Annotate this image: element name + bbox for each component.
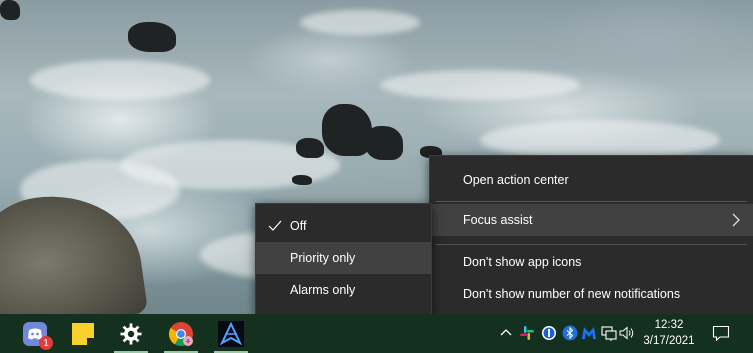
tray-context-menu: Open action center Focus assist Don't sh…: [429, 155, 753, 319]
network-icon: [601, 326, 617, 341]
show-hidden-icons-button[interactable]: [497, 324, 515, 342]
taskbar-app-sticky-notes[interactable]: [60, 314, 106, 353]
submenu-item-alarms-only[interactable]: Alarms only: [256, 274, 431, 306]
chevron-up-icon: [500, 329, 512, 336]
menu-item-focus-assist[interactable]: Focus assist: [430, 204, 753, 236]
menu-separator: [436, 201, 747, 202]
svg-text:⚘: ⚘: [185, 338, 191, 346]
submenu-item-off[interactable]: Off: [256, 210, 431, 242]
menu-separator: [436, 244, 747, 245]
chrome-icon: ⚘: [168, 321, 193, 346]
action-center-button[interactable]: [711, 323, 731, 343]
submenu-item-label: Off: [290, 219, 307, 233]
menu-item-open-action-center[interactable]: Open action center: [430, 164, 753, 196]
taskbar-app-settings[interactable]: [108, 314, 154, 353]
1password-icon: [542, 326, 556, 340]
clock-date: 3/17/2021: [643, 335, 695, 347]
menu-item-label: Open action center: [463, 173, 569, 187]
tray-bluetooth[interactable]: [561, 324, 579, 342]
menu-item-label: Focus assist: [463, 213, 533, 227]
menu-item-label: Don't show number of new notifications: [463, 287, 681, 301]
tray-slack[interactable]: [518, 324, 536, 342]
notification-badge: 1: [39, 336, 53, 350]
taskbar-clock[interactable]: 12:32 3/17/2021: [640, 317, 698, 349]
menu-item-label: Don't show app icons: [463, 255, 582, 269]
menu-item-dont-show-app-icons[interactable]: Don't show app icons: [430, 246, 753, 278]
tray-1password[interactable]: [540, 324, 558, 342]
tray-volume[interactable]: [618, 324, 636, 342]
clock-time: 12:32: [654, 319, 684, 331]
malwarebytes-icon: [582, 327, 596, 339]
submenu-item-label: Priority only: [290, 251, 356, 265]
sticky-notes-icon: [72, 322, 94, 345]
app-icon: [218, 320, 244, 347]
taskbar: 1 ⚘ 12:32 3/17/2021: [0, 314, 753, 353]
chevron-right-icon: [732, 213, 740, 227]
menu-item-dont-show-notification-count[interactable]: Don't show number of new notifications: [430, 278, 753, 310]
focus-assist-submenu: Off Priority only Alarms only: [255, 203, 432, 315]
taskbar-app-chrome[interactable]: ⚘: [158, 314, 204, 353]
taskbar-app-unknown[interactable]: [208, 314, 254, 353]
submenu-item-priority-only[interactable]: Priority only: [256, 242, 431, 274]
notification-icon: [712, 325, 730, 342]
volume-icon: [619, 326, 634, 340]
submenu-item-label: Alarms only: [290, 283, 356, 297]
bluetooth-icon: [562, 325, 578, 341]
settings-gear-icon: [120, 322, 142, 345]
slack-icon: [520, 326, 534, 340]
taskbar-app-discord[interactable]: 1: [12, 314, 58, 353]
tray-malwarebytes[interactable]: [580, 324, 598, 342]
tray-network[interactable]: [600, 324, 618, 342]
checkmark-icon: [268, 220, 282, 231]
